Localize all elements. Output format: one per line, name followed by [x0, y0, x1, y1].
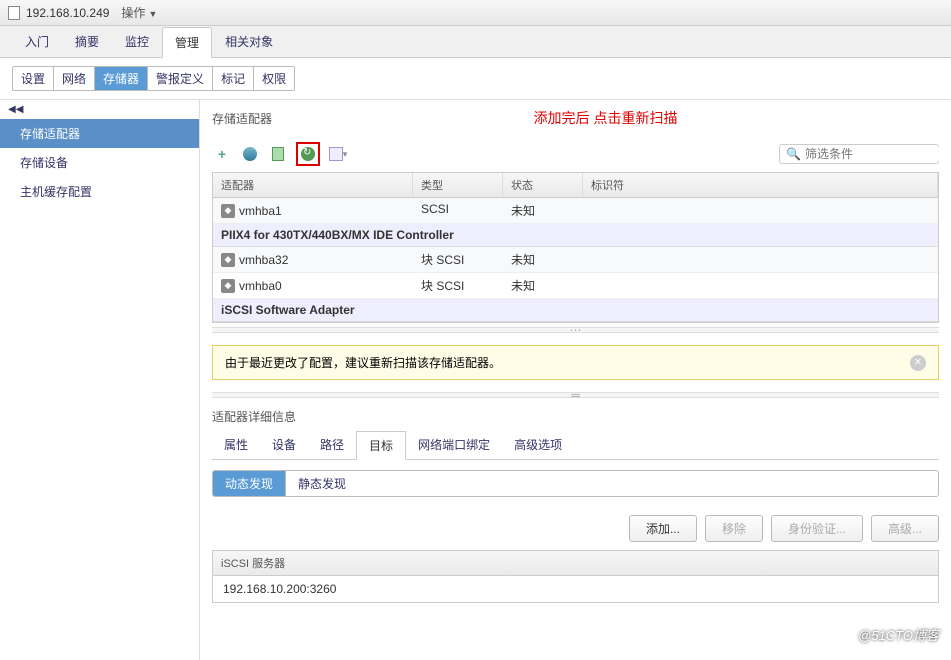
refresh-button[interactable]: [240, 144, 260, 164]
subtab-network[interactable]: 网络: [54, 67, 95, 90]
tab-summary[interactable]: 摘要: [62, 26, 112, 57]
search-icon: 🔍: [786, 147, 801, 161]
warning-bar: 由于最近更改了配置，建议重新扫描该存储适配器。 ✕: [212, 345, 939, 380]
tab-manage[interactable]: 管理: [162, 27, 212, 58]
remove-button[interactable]: 移除: [705, 515, 763, 542]
tab-static-discovery[interactable]: 静态发现: [286, 471, 358, 496]
auth-button[interactable]: 身份验证...: [771, 515, 863, 542]
sidebar-item-devices[interactable]: 存储设备: [0, 148, 199, 177]
watermark: @51CTO博客: [858, 625, 939, 644]
table-row[interactable]: ◆vmhba0 块 SCSI 未知: [213, 273, 938, 299]
sub-tab-row: 设置 网络 存储器 警报定义 标记 权限: [0, 58, 951, 100]
dtab-devices[interactable]: 设备: [260, 431, 308, 459]
col-adapter[interactable]: 适配器: [213, 173, 413, 197]
subtab-permissions[interactable]: 权限: [254, 67, 294, 90]
dtab-advanced[interactable]: 高级选项: [502, 431, 574, 459]
filter-box[interactable]: 🔍 ▼: [779, 144, 939, 164]
rescan-icon: [301, 147, 315, 161]
group-row: PIIX4 for 430TX/440BX/MX IDE Controller: [213, 224, 938, 247]
subtab-alarms[interactable]: 警报定义: [148, 67, 213, 90]
copy-icon: [329, 147, 343, 161]
subtab-tags[interactable]: 标记: [213, 67, 254, 90]
sidebar-item-adapters[interactable]: 存储适配器: [0, 119, 199, 148]
plus-icon: +: [218, 146, 226, 162]
group-row: iSCSI Software Adapter: [213, 299, 938, 322]
adapter-icon: ◆: [221, 204, 235, 218]
add-adapter-button[interactable]: +: [212, 144, 232, 164]
table-row[interactable]: ◆vmhba32 块 SCSI 未知: [213, 247, 938, 273]
subtab-settings[interactable]: 设置: [13, 67, 54, 90]
filter-input[interactable]: [805, 147, 951, 161]
collapse-sidebar-icon[interactable]: ◀◀: [0, 100, 199, 119]
subtab-storage[interactable]: 存储器: [95, 67, 148, 90]
dtab-network-binding[interactable]: 网络端口绑定: [406, 431, 502, 459]
advanced-button[interactable]: 高级...: [871, 515, 939, 542]
sidebar: ◀◀ 存储适配器 存储设备 主机缓存配置: [0, 100, 200, 660]
annotation-text: 添加完后 点击重新扫描: [534, 108, 678, 128]
adapter-grid: 适配器 类型 状态 标识符 ◆vmhba1 SCSI 未知 PIIX4 for …: [212, 172, 939, 323]
dtab-paths[interactable]: 路径: [308, 431, 356, 459]
server-icon: [272, 147, 284, 161]
warning-text: 由于最近更改了配置，建议重新扫描该存储适配器。: [225, 354, 501, 371]
tab-dynamic-discovery[interactable]: 动态发现: [213, 471, 286, 496]
server-button[interactable]: [268, 144, 288, 164]
col-type[interactable]: 类型: [413, 173, 503, 197]
add-button[interactable]: 添加...: [629, 515, 697, 542]
server-grid: iSCSI 服务器 192.168.10.200:3260: [212, 550, 939, 603]
host-ip: 192.168.10.249: [26, 6, 109, 20]
copy-button[interactable]: ▾: [328, 144, 348, 164]
table-row[interactable]: ◆vmhba1 SCSI 未知: [213, 198, 938, 224]
splitter-icon[interactable]: ⋯: [212, 327, 939, 333]
detail-title: 适配器详细信息: [212, 402, 939, 431]
panel-title: 存储适配器: [212, 110, 272, 127]
dtab-properties[interactable]: 属性: [212, 431, 260, 459]
tab-getting-started[interactable]: 入门: [12, 26, 62, 57]
detail-tabs: 属性 设备 路径 目标 网络端口绑定 高级选项: [212, 431, 939, 460]
actions-menu[interactable]: 操作▼: [121, 4, 157, 21]
tab-related[interactable]: 相关对象: [212, 26, 286, 57]
globe-icon: [243, 147, 257, 161]
main-tabs: 入门 摘要 监控 管理 相关对象: [0, 26, 951, 58]
rescan-button[interactable]: [296, 142, 320, 166]
title-bar: 192.168.10.249 操作▼: [0, 0, 951, 26]
sidebar-item-cache[interactable]: 主机缓存配置: [0, 177, 199, 206]
col-id[interactable]: 标识符: [583, 173, 938, 197]
col-status[interactable]: 状态: [503, 173, 583, 197]
server-col-header[interactable]: iSCSI 服务器: [213, 551, 938, 576]
splitter-icon[interactable]: ═: [212, 392, 939, 398]
dtab-targets[interactable]: 目标: [356, 431, 406, 460]
server-row[interactable]: 192.168.10.200:3260: [213, 576, 938, 602]
adapter-icon: ◆: [221, 253, 235, 267]
host-icon: [8, 6, 20, 20]
adapter-icon: ◆: [221, 279, 235, 293]
close-icon[interactable]: ✕: [910, 355, 926, 371]
tab-monitor[interactable]: 监控: [112, 26, 162, 57]
